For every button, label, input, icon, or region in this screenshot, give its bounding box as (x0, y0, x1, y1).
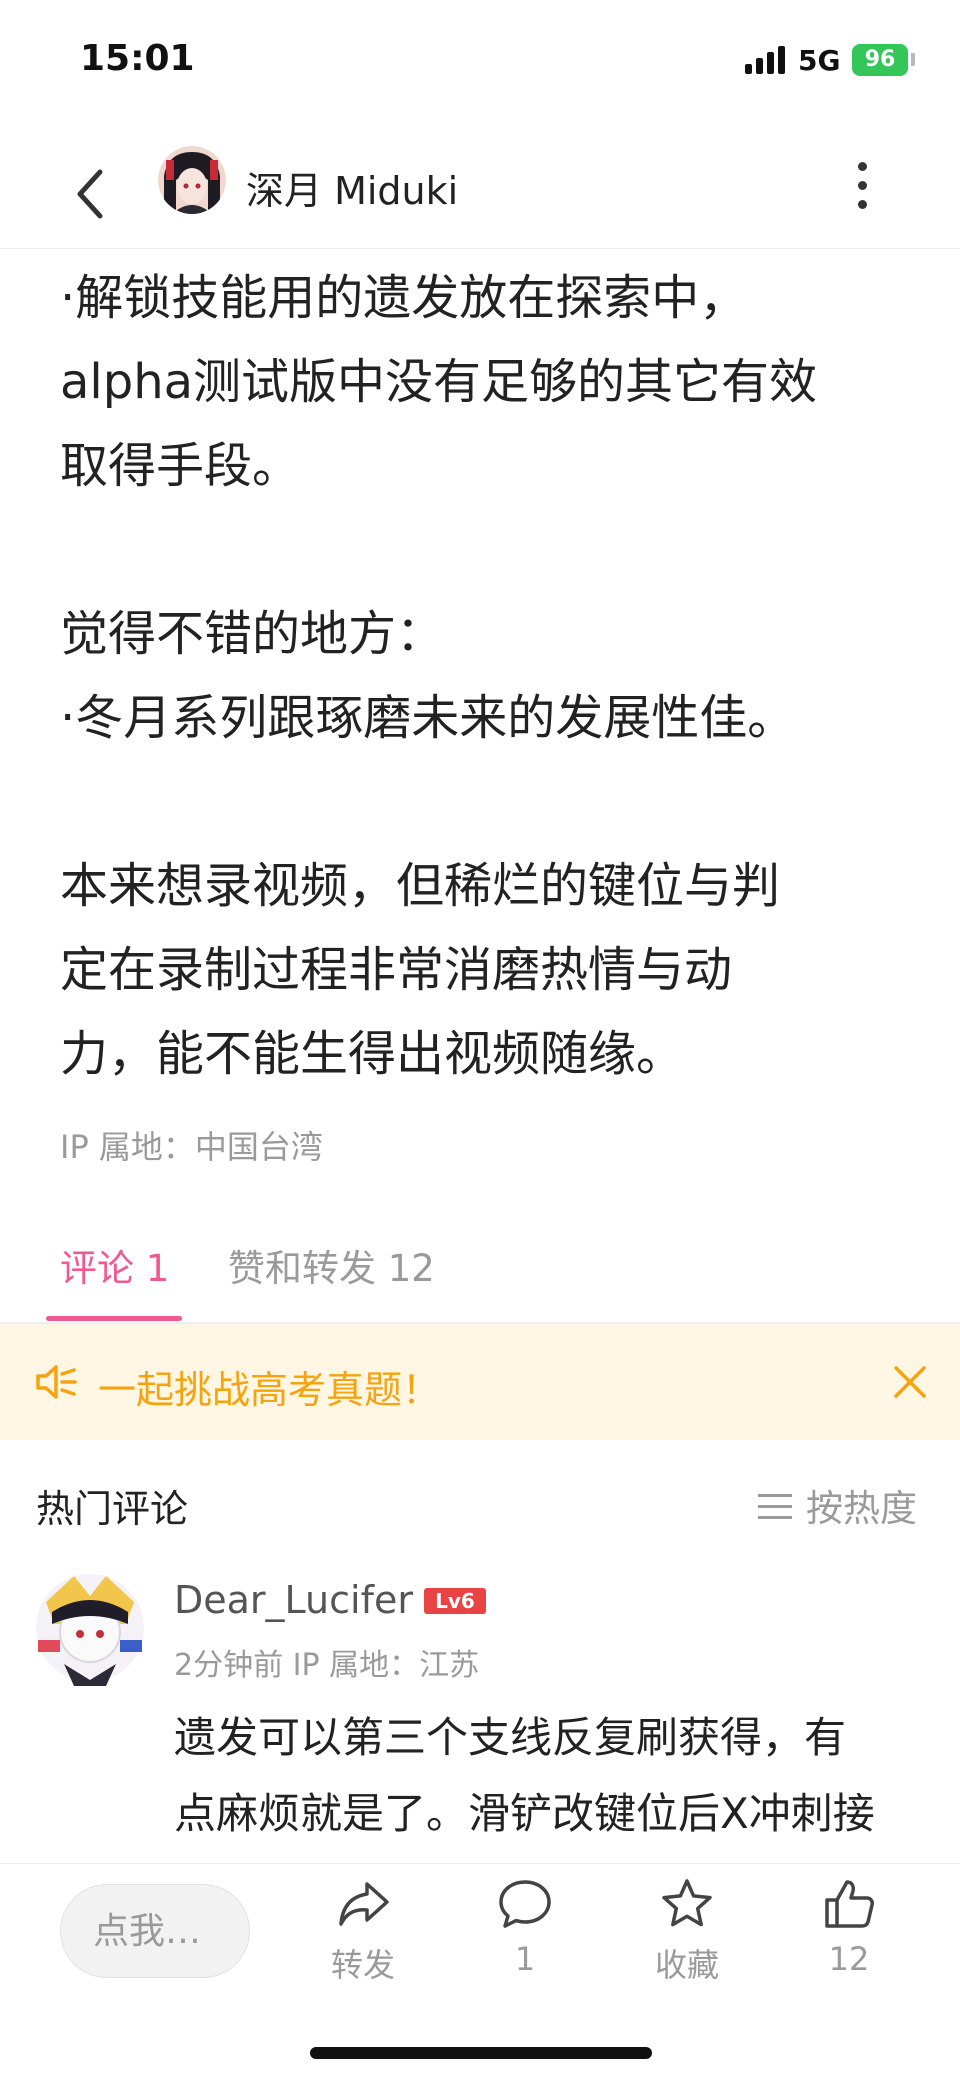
comment-icon (499, 1880, 551, 1928)
like-count: 12 (828, 1940, 870, 1978)
speaker-icon (36, 1365, 77, 1399)
sort-label: 按热度 (806, 1487, 917, 1530)
thumbs-up-icon (825, 1880, 874, 1928)
comment-button[interactable]: 1 (470, 1876, 580, 1978)
reply-input[interactable]: 点我… (60, 1884, 250, 1978)
like-button[interactable]: 12 (794, 1876, 904, 1978)
collect-label: 收藏 (654, 1946, 719, 1984)
post-blank-line (60, 760, 920, 844)
share-button[interactable]: 转发 (308, 1876, 418, 1986)
post-blank-line (60, 508, 920, 592)
hot-comments-title: 热门评论 (36, 1487, 189, 1531)
tab-bar: 评论 1 赞和转发 12 (0, 1220, 960, 1324)
close-icon[interactable] (890, 1362, 930, 1402)
post-line: ·解锁技能用的遗发放在探索中， (60, 270, 748, 326)
level-badge: Lv6 (424, 1588, 486, 1614)
post-line: ·冬月系列跟琢磨未来的发展性佳。 (60, 690, 796, 746)
bottom-action-bar: 点我… 转发 1 收藏 12 (0, 1863, 960, 2080)
battery-level: 96 (864, 47, 896, 72)
post-line: 力，能不能生得出视频随缘。 (60, 1026, 685, 1082)
post-line: 本来想录视频，但稀烂的键位与判 (60, 858, 781, 914)
battery-tip (911, 53, 915, 66)
comment-meta: 2分钟前 IP 属地：江苏 (174, 1648, 480, 1683)
sort-button[interactable]: 按热度 (758, 1478, 917, 1532)
tab-active-indicator (46, 1316, 182, 1321)
post-line: 觉得不错的地方： (60, 606, 445, 662)
tab-likes-reposts[interactable]: 赞和转发 12 (228, 1238, 435, 1292)
star-icon (662, 1879, 712, 1927)
comment-line: 点麻烦就是了。滑铲改键位后X冲刺接 (174, 1789, 875, 1838)
share-label: 转发 (330, 1946, 395, 1984)
home-indicator[interactable] (310, 2047, 652, 2059)
post-line: 取得手段。 (60, 438, 301, 494)
back-icon (77, 169, 103, 219)
network-label: 5G (798, 44, 841, 77)
back-button[interactable] (60, 150, 120, 230)
signal-icon (745, 46, 787, 74)
nav-bar: 深月 Miduki (0, 130, 960, 249)
ip-location: IP 属地：中国台湾 (60, 1128, 323, 1166)
post-line: 定在录制过程非常消磨热情与动 (60, 942, 733, 998)
more-button[interactable] (838, 150, 888, 220)
comment-line: 遗发可以第三个支线反复刷获得，有 (174, 1713, 847, 1762)
author-name[interactable]: 深月 Miduki (246, 160, 458, 215)
notice-text[interactable]: 一起挑战高考真题！ (98, 1359, 440, 1414)
collect-button[interactable]: 收藏 (632, 1876, 742, 1986)
commenter-avatar[interactable] (30, 1568, 150, 1688)
commenter-name[interactable]: Dear_Lucifer (174, 1578, 413, 1622)
post-body: ·解锁技能用的遗发放在探索中， alpha测试版中没有足够的其它有效 取得手段。… (60, 256, 920, 1096)
post-line: alpha测试版中没有足够的其它有效 (60, 354, 818, 410)
list-icon (758, 1492, 794, 1522)
status-time: 15:01 (80, 38, 195, 79)
battery-icon: 96 (852, 44, 908, 76)
comment-text: 遗发可以第三个支线反复刷获得，有 点麻烦就是了。滑铲改键位后X冲刺接 (174, 1700, 934, 1852)
status-bar: 15:01 5G 96 (0, 0, 960, 120)
comment-count: 1 (514, 1940, 536, 1978)
share-icon (339, 1882, 389, 1926)
notice-banner[interactable]: 一起挑战高考真题！ (0, 1324, 960, 1440)
tab-comments[interactable]: 评论 1 (60, 1238, 169, 1292)
author-avatar[interactable] (158, 146, 226, 214)
